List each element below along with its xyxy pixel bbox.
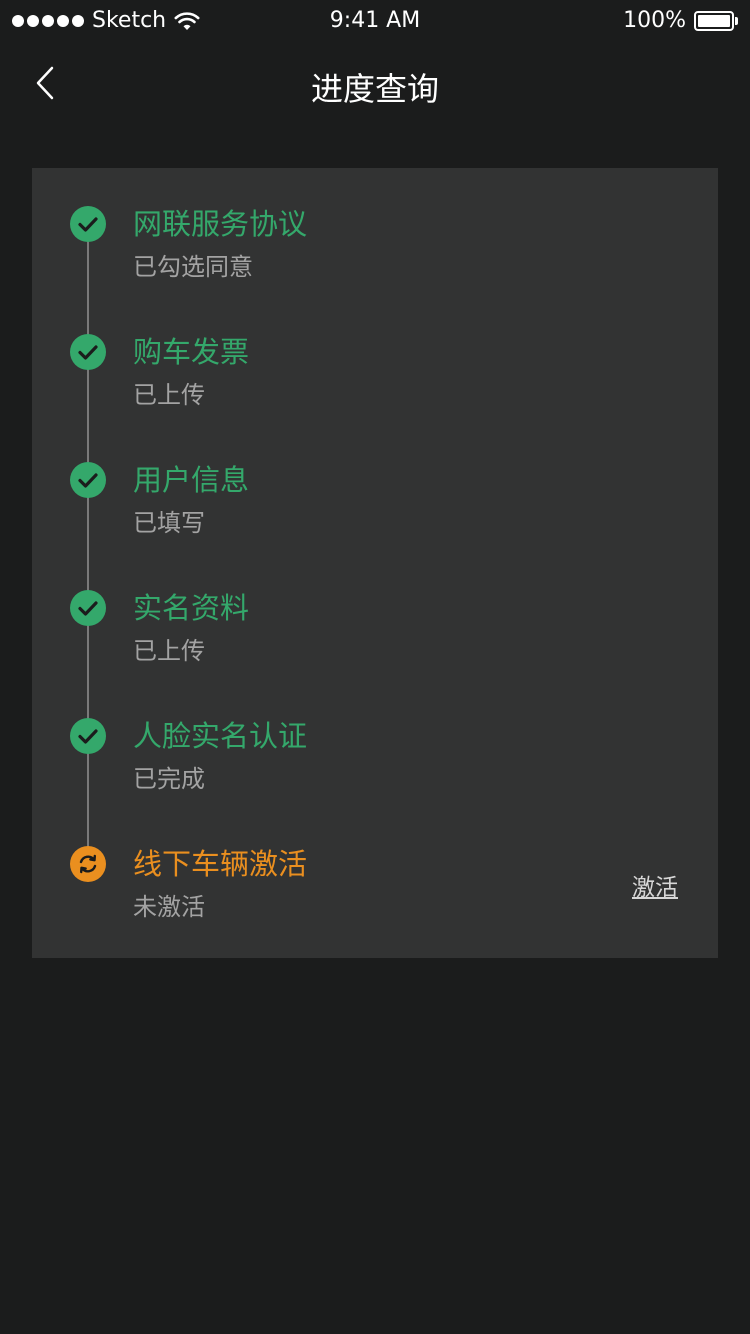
step-status: 已上传 (133, 637, 205, 665)
step-real-name-docs: 实名资料 已上传 (32, 552, 718, 665)
check-circle-icon (70, 718, 106, 754)
step-title: 实名资料 (133, 591, 250, 625)
step-user-info: 用户信息 已填写 (32, 424, 718, 537)
step-title: 人脸实名认证 (133, 719, 308, 753)
step-offline-activation: 线下车辆激活 未激活 激活 (32, 808, 718, 921)
check-circle-icon (70, 334, 106, 370)
step-status: 已完成 (133, 765, 205, 793)
step-title: 网联服务协议 (133, 207, 308, 241)
step-status: 已上传 (133, 381, 205, 409)
step-face-verification: 人脸实名认证 已完成 (32, 680, 718, 793)
step-purchase-invoice: 购车发票 已上传 (32, 296, 718, 409)
progress-card: 网联服务协议 已勾选同意 购车发票 已上传 用户信息 已填写 实名资料 已上传 … (32, 168, 718, 958)
step-status: 未激活 (133, 893, 205, 921)
step-title: 购车发票 (133, 335, 250, 369)
check-circle-icon (70, 206, 106, 242)
step-title: 用户信息 (133, 463, 250, 497)
activate-button[interactable]: 激活 (632, 868, 678, 902)
step-status: 已填写 (133, 509, 205, 537)
nav-bar: 进度查询 (0, 40, 750, 128)
page-title: 进度查询 (310, 70, 439, 108)
battery-percent: 100% (623, 8, 686, 33)
battery-icon (694, 10, 738, 31)
refresh-circle-icon (70, 846, 106, 882)
step-status: 已勾选同意 (133, 253, 253, 281)
step-network-agreement: 网联服务协议 已勾选同意 (32, 168, 718, 281)
step-title: 线下车辆激活 (133, 847, 308, 881)
check-circle-icon (70, 462, 106, 498)
status-right: 100% (623, 8, 738, 33)
check-circle-icon (70, 590, 106, 626)
status-bar: Sketch 9:41 AM 100% (0, 0, 750, 40)
